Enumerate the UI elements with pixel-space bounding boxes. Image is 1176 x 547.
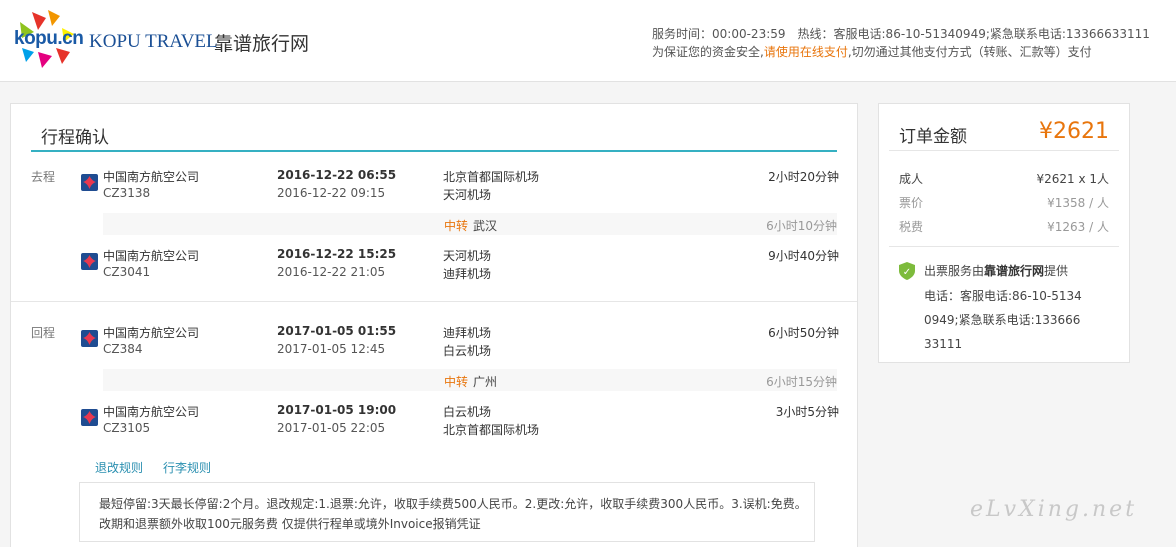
summary-divider xyxy=(889,246,1119,247)
service-time-label: 服务时间： xyxy=(652,27,713,41)
flight-row: 中国南方航空公司 CZ3105 2017-01-05 19:00 2017-01… xyxy=(79,403,839,443)
flight-duration: 6小时50分钟 xyxy=(768,326,839,340)
online-payment-highlight: 请使用在线支付 xyxy=(763,45,848,59)
arrival-airport: 迪拜机场 xyxy=(443,267,492,281)
notice-prefix: 为保证您的资金安全, xyxy=(652,45,764,59)
itinerary-title: 行程确认 xyxy=(41,128,109,148)
order-amount-title: 订单金额 xyxy=(899,127,967,147)
price-label: 票价 xyxy=(899,196,924,210)
return-label: 回程 xyxy=(31,326,56,340)
flight-number: CZ3105 xyxy=(103,421,151,435)
flight-number: CZ384 xyxy=(103,342,143,356)
site-header: kopu.cn KOPU TRAVEL 靠谱旅行网 服务时间：00:00-23:… xyxy=(0,0,1176,82)
arrival-airport: 北京首都国际机场 xyxy=(443,423,540,437)
service-time: 00:00-23:59 xyxy=(712,27,786,41)
departure-airport: 白云机场 xyxy=(443,405,492,419)
shield-check-icon: ✓ xyxy=(899,262,915,280)
airline-name: 中国南方航空公司 xyxy=(103,170,200,184)
china-southern-logo-icon xyxy=(81,330,98,347)
order-summary-panel: 订单金额 ¥2621 成人 ¥2621 x 1人 票价 ¥1358 / 人 税费… xyxy=(878,103,1130,363)
arrival-time: 2016-12-22 21:05 xyxy=(277,265,386,279)
departure-time: 2016-12-22 15:25 xyxy=(277,247,397,261)
ticket-provider: 出票服务由靠谱旅行网提供 xyxy=(924,262,1068,279)
departure-time: 2017-01-05 01:55 xyxy=(277,324,397,338)
tab-refund-change-rules[interactable]: 退改规则 xyxy=(95,459,143,476)
flight-duration: 9小时40分钟 xyxy=(768,249,839,263)
transfer-row: 中转 广州 6小时15分钟 xyxy=(103,369,837,391)
departure-airport: 天河机场 xyxy=(443,249,492,263)
summary-divider xyxy=(889,150,1119,151)
flight-duration: 2小时20分钟 xyxy=(768,170,839,184)
flight-number: CZ3138 xyxy=(103,186,151,200)
hotline: 热线：客服电话:86-10-51340949;紧急联系电话:1336663311… xyxy=(797,27,1150,41)
flight-row: 中国南方航空公司 CZ3138 2016-12-22 06:55 2016-12… xyxy=(79,168,839,208)
provider-suffix: 提供 xyxy=(1044,264,1069,278)
transfer-label: 中转 xyxy=(444,219,469,233)
arrival-airport: 白云机场 xyxy=(443,344,492,358)
flight-number: CZ3041 xyxy=(103,265,151,279)
arrival-time: 2016-12-22 09:15 xyxy=(277,186,386,200)
svg-text:✓: ✓ xyxy=(903,267,911,278)
transfer-duration: 6小时10分钟 xyxy=(766,219,837,233)
price-label: 成人 xyxy=(899,172,924,186)
transfer-city: 武汉 xyxy=(473,219,498,233)
transfer-label: 中转 xyxy=(444,375,469,389)
arrival-time: 2017-01-05 12:45 xyxy=(277,342,386,356)
flight-row: 中国南方航空公司 CZ384 2017-01-05 01:55 2017-01-… xyxy=(79,324,839,364)
departure-airport: 北京首都国际机场 xyxy=(443,170,540,184)
rules-content: 最短停留:3天最长停留:2个月。退改规定:1.退票:允许，收取手续费500人民币… xyxy=(79,482,815,542)
departure-time: 2017-01-05 19:00 xyxy=(277,403,397,417)
transfer-city: 广州 xyxy=(473,375,498,389)
outbound-label: 去程 xyxy=(31,170,56,184)
payment-notice: 为保证您的资金安全,请使用在线支付,切勿通过其他支付方式（转账、汇款等）支付 xyxy=(652,43,1150,61)
departure-airport: 迪拜机场 xyxy=(443,326,492,340)
price-value: ¥1263 / 人 xyxy=(1047,220,1109,234)
service-line: 服务时间：00:00-23:59 热线：客服电话:86-10-51340949;紧… xyxy=(652,25,1150,43)
logo-domain: kopu.cn xyxy=(14,28,84,49)
watermark: eLvXing.net xyxy=(970,497,1138,522)
flight-row: 中国南方航空公司 CZ3041 2016-12-22 15:25 2016-12… xyxy=(79,247,839,287)
china-southern-logo-icon xyxy=(81,253,98,270)
provider-prefix: 出票服务由 xyxy=(924,264,985,278)
provider-name: 靠谱旅行网 xyxy=(984,264,1045,278)
china-southern-logo-icon xyxy=(81,174,98,191)
airline-name: 中国南方航空公司 xyxy=(103,405,200,419)
airline-name: 中国南方航空公司 xyxy=(103,249,200,263)
order-total-price: ¥2621 xyxy=(1039,119,1109,144)
arrival-time: 2017-01-05 22:05 xyxy=(277,421,386,435)
provider-contact: 电话：客服电话:86-10-51340949;紧急联系电话:1336663311… xyxy=(924,289,1082,351)
logo-english-name: KOPU TRAVEL xyxy=(89,31,218,52)
price-value: ¥2621 x 1人 xyxy=(1036,172,1109,186)
price-label: 税费 xyxy=(899,220,924,234)
tab-baggage-rules[interactable]: 行李规则 xyxy=(163,459,211,476)
logo-chinese-name: 靠谱旅行网 xyxy=(214,33,310,55)
service-info: 服务时间：00:00-23:59 热线：客服电话:86-10-51340949;紧… xyxy=(652,25,1150,61)
section-divider xyxy=(11,301,857,302)
price-value: ¥1358 / 人 xyxy=(1047,196,1109,210)
title-underline xyxy=(31,150,837,152)
itinerary-panel: 行程确认 去程 中国南方航空公司 CZ3138 2016-12-22 06:55… xyxy=(10,103,858,547)
airline-name: 中国南方航空公司 xyxy=(103,326,200,340)
transfer-duration: 6小时15分钟 xyxy=(766,375,837,389)
china-southern-logo-icon xyxy=(81,409,98,426)
transfer-row: 中转 武汉 6小时10分钟 xyxy=(103,213,837,235)
arrival-airport: 天河机场 xyxy=(443,188,492,202)
notice-suffix: ,切勿通过其他支付方式（转账、汇款等）支付 xyxy=(847,45,1092,59)
flight-duration: 3小时5分钟 xyxy=(775,405,839,419)
departure-time: 2016-12-22 06:55 xyxy=(277,168,397,182)
